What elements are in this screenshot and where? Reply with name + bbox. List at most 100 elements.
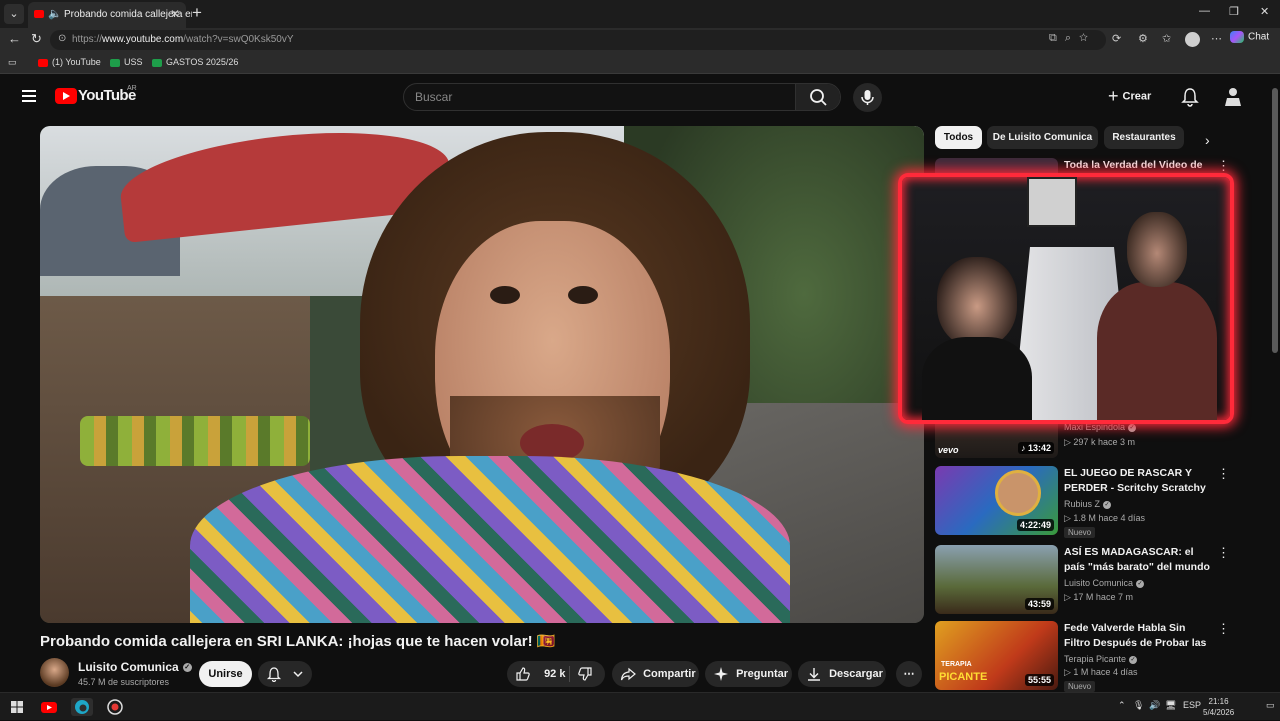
extensions-icon[interactable]: ⟳ [1112, 32, 1121, 45]
new-badge: Nuevo [1064, 527, 1096, 538]
chip-todos[interactable]: Todos [935, 126, 982, 149]
create-button[interactable]: + Crear [1108, 86, 1151, 108]
copilot-chat-button[interactable]: Chat [1230, 31, 1269, 49]
recommendation-item[interactable]: 4:22:49 EL JUEGO DE RASCAR Y PERDER - Sc… [935, 466, 1265, 538]
more-options-icon[interactable]: ⋮ [1217, 621, 1230, 637]
join-button[interactable]: Unirse [199, 661, 252, 687]
recommendation-item[interactable]: 43:59 ASÍ ES MADAGASCAR: el país "más ba… [935, 545, 1265, 614]
notifications-button[interactable] [1181, 87, 1199, 112]
youtube-logo[interactable]: YouTube AR [55, 85, 137, 105]
thumbs-down-icon [578, 667, 592, 681]
address-bar[interactable]: ⊙ https://www.youtube.com/watch?v=swQ0Ks… [50, 30, 1106, 50]
vevo-logo: vevo [938, 445, 959, 455]
recommendation-channel[interactable]: Luisito Comunica ✓ [1064, 578, 1145, 588]
verified-icon: ✓ [1128, 423, 1137, 432]
clock-time: 21:16 [1208, 697, 1229, 706]
recommendation-title[interactable]: Toda la Verdad del Video de [1064, 158, 1212, 173]
voice-search-button[interactable] [853, 83, 882, 112]
subscription-bell-button[interactable] [258, 661, 312, 687]
profile-avatar[interactable] [1185, 32, 1200, 47]
bookmark-gastos[interactable]: GASTOS 2025/26 [152, 57, 238, 67]
more-actions-button[interactable]: ⋯ [896, 661, 922, 687]
recommendation-thumbnail[interactable]: 4:22:49 [935, 466, 1058, 535]
split-screen-icon[interactable]: ⚙ [1138, 32, 1148, 45]
bookmarks-menu-icon[interactable]: ▭ [8, 57, 17, 68]
back-button[interactable]: ← [8, 31, 21, 46]
recommendation-meta: ▷ 1.8 M hace 4 días [1064, 513, 1145, 523]
taskbar-recorder-app[interactable] [104, 698, 126, 716]
video-player[interactable] [40, 126, 924, 623]
recommendation-channel[interactable]: Rubius Z ✓ [1064, 499, 1112, 509]
windows-start-button[interactable] [6, 698, 28, 716]
search-icon [810, 89, 827, 106]
share-button[interactable]: Compartir [612, 661, 699, 687]
network-icon[interactable]: 🖥 [1165, 700, 1176, 711]
scrollbar-thumb[interactable] [1272, 88, 1278, 353]
site-info-icon[interactable]: ⊙ [58, 33, 66, 44]
bookmark-uss[interactable]: USS [110, 57, 143, 67]
restore-button[interactable]: ❐ [1229, 5, 1239, 18]
channel-avatar[interactable] [40, 658, 69, 687]
page-scrollbar[interactable] [1270, 74, 1280, 692]
ask-button[interactable]: Preguntar [705, 661, 792, 687]
overlay-person-left [922, 257, 1032, 420]
input-language[interactable]: ESP [1183, 700, 1201, 710]
tab-actions-menu-button[interactable]: ⌄ [4, 4, 24, 24]
more-options-icon[interactable]: ⋮ [1217, 158, 1230, 174]
recommendation-item[interactable]: TERAPIA PICANTE 55:55 Fede Valverde Habl… [935, 621, 1265, 692]
account-avatar-button[interactable] [1224, 86, 1242, 113]
chip-restaurantes[interactable]: Restaurantes [1104, 126, 1184, 149]
channel-name[interactable]: Luisito Comunica ✓ [78, 660, 192, 674]
youtube-header: YouTube AR +Crear [0, 74, 1270, 120]
verified-icon: ✓ [1136, 579, 1145, 588]
close-tab-icon[interactable]: ✕ [170, 7, 180, 21]
recommendation-title[interactable]: ASÍ ES MADAGASCAR: el país "más barato" … [1064, 545, 1212, 575]
video-frame-fruit [80, 416, 310, 466]
clock-date: 5/4/2026 [1203, 708, 1235, 717]
zoom-icon[interactable]: ⌕ [1065, 32, 1079, 44]
browser-tab-active[interactable]: 🔈 Probando comida callejera en SRI LANKA… [28, 2, 192, 28]
recommendation-thumbnail[interactable]: 43:59 [935, 545, 1058, 614]
bookmark-youtube[interactable]: (1) YouTube [38, 57, 101, 67]
taskbar-clock[interactable]: 21:16 5/4/2026 [1203, 696, 1234, 718]
recommendation-thumbnail[interactable]: TERAPIA PICANTE 55:55 [935, 621, 1058, 690]
download-button[interactable]: Descargar [798, 661, 886, 687]
url-text[interactable]: https://www.youtube.com/watch?v=swQ0Ksk5… [72, 34, 294, 45]
chevron-right-icon[interactable]: › [1205, 132, 1210, 148]
download-icon [808, 668, 820, 681]
more-options-icon[interactable]: ⋮ [1217, 545, 1230, 561]
search-input[interactable] [404, 84, 796, 110]
like-dislike-divider [569, 666, 570, 682]
microphone-icon[interactable]: 🎙 [1133, 700, 1144, 711]
favorite-star-icon[interactable]: ☆ [1079, 32, 1096, 44]
new-badge: Nuevo [1064, 681, 1096, 692]
volume-icon[interactable]: 🔊 [1149, 700, 1160, 711]
thumbnail-text: TERAPIA [941, 661, 972, 668]
dislike-button[interactable] [577, 661, 593, 687]
verified-icon: ✓ [1129, 655, 1138, 664]
menu-icon[interactable] [22, 90, 36, 102]
close-window-button[interactable]: ✕ [1260, 5, 1269, 18]
new-tab-button[interactable]: + [192, 3, 202, 23]
copilot-icon [1230, 31, 1244, 43]
youtube-play-icon [55, 87, 77, 104]
account-icon [1225, 88, 1241, 106]
thumbnail-face [995, 470, 1041, 516]
recommendation-channel[interactable]: Terapia Picante ✓ [1064, 654, 1138, 664]
recommendation-title[interactable]: EL JUEGO DE RASCAR Y PERDER - Scritchy S… [1064, 466, 1212, 496]
search-button[interactable] [795, 84, 840, 110]
taskbar-youtube-app[interactable] [38, 698, 60, 716]
notification-center-icon[interactable]: ▭ [1266, 700, 1275, 711]
show-hidden-icons-icon[interactable]: ⌃ [1118, 700, 1126, 711]
more-options-icon[interactable]: ⋮ [1217, 466, 1230, 482]
recommendation-title[interactable]: Fede Valverde Habla Sin Filtro Después d… [1064, 621, 1212, 651]
refresh-button[interactable]: ↻ [31, 31, 42, 47]
favorites-icon[interactable]: ✩ [1162, 32, 1171, 45]
minimize-button[interactable]: — [1199, 5, 1210, 17]
open-in-app-icon[interactable]: ⧉ [1049, 32, 1065, 44]
like-button[interactable]: 92 k [515, 661, 565, 687]
chip-de-luisito-comunica[interactable]: De Luisito Comunica [987, 126, 1098, 149]
more-options-icon[interactable]: ⋯ [1211, 32, 1222, 45]
speaker-icon[interactable]: 🔈 [48, 7, 62, 20]
taskbar-edge-app[interactable] [71, 698, 93, 716]
